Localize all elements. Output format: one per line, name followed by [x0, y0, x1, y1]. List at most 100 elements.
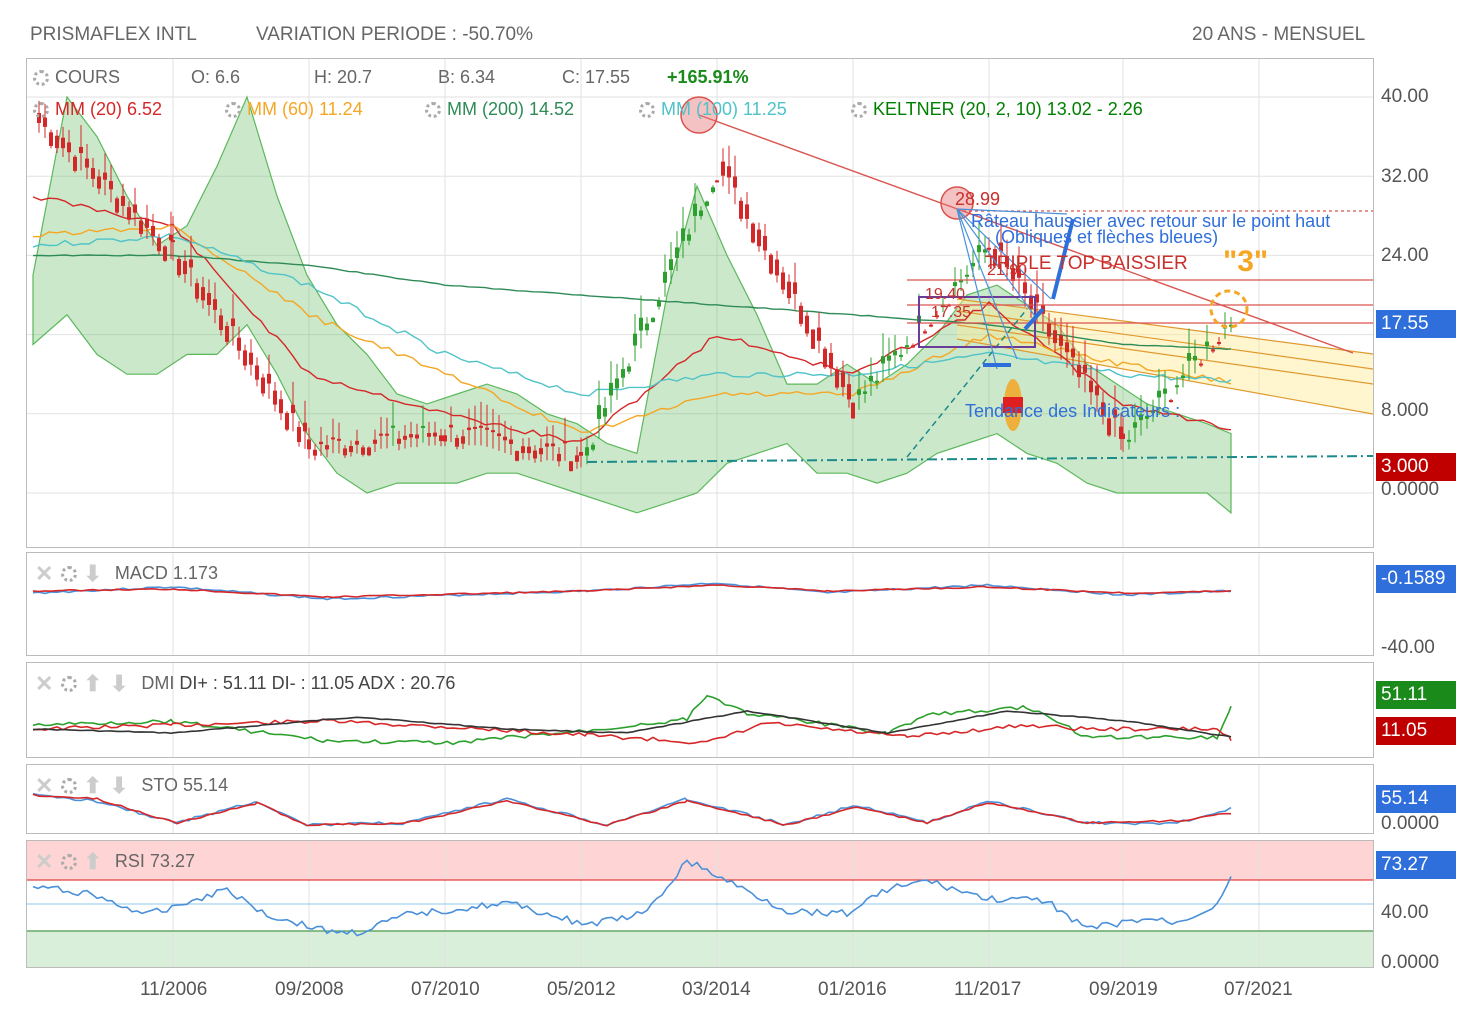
price-chart: 28.99Râteau haussier avec retour sur le … — [27, 59, 1373, 547]
candle-body — [285, 413, 289, 430]
candle-body — [279, 399, 283, 414]
last-price-badge: 17.55 — [1376, 310, 1456, 338]
candle-body — [467, 427, 471, 431]
candle-body — [115, 198, 119, 213]
level-label: 17.35 — [931, 304, 971, 321]
candle-body — [669, 259, 673, 271]
candle-body — [699, 210, 703, 217]
candle-body — [85, 158, 89, 168]
candle-body — [615, 378, 619, 389]
gear-icon[interactable] — [61, 854, 78, 870]
candle-body — [965, 274, 969, 277]
gear-icon[interactable] — [61, 778, 78, 794]
legend-mm20: MM (20) 6.52 — [55, 99, 163, 119]
gear-icon[interactable] — [425, 102, 441, 119]
candle-body — [681, 228, 685, 241]
candle-body — [49, 132, 53, 147]
candle-body — [1047, 323, 1051, 337]
gear-icon[interactable] — [33, 102, 49, 119]
candle-body — [851, 402, 855, 419]
x-tick: 11/2006 — [140, 979, 208, 1000]
candle-body — [1089, 380, 1093, 393]
candle-body — [497, 433, 501, 437]
candle-body — [325, 445, 329, 450]
candle-body — [781, 272, 785, 290]
gear-icon[interactable] — [61, 566, 78, 582]
candle-body — [449, 424, 453, 428]
x-tick: 09/2008 — [275, 979, 344, 1000]
candle-body — [739, 200, 743, 219]
candle-body — [331, 437, 335, 440]
dmi-value: DI+ : 51.11 DI- : 11.05 ADX : 20.76 — [179, 672, 456, 693]
y-tick: 40.00 — [1381, 86, 1429, 107]
arrow-up-icon[interactable]: ⬆ — [83, 849, 101, 875]
candle-body — [237, 337, 241, 351]
arrow-up-icon[interactable]: ⬆ — [83, 773, 101, 799]
rsi-chart — [27, 841, 1373, 967]
arrow-up-icon[interactable]: ⬆ — [83, 671, 101, 697]
close-icon[interactable]: ✕ — [35, 671, 53, 697]
candle-body — [911, 345, 915, 348]
x-tick: 09/2019 — [1089, 979, 1158, 1000]
candle-body — [745, 204, 749, 219]
arrow-down-icon[interactable]: ⬇ — [83, 561, 101, 587]
arrow-down-icon[interactable]: ⬇ — [110, 773, 128, 799]
candle-body — [151, 225, 155, 236]
candle-body — [349, 446, 353, 453]
candle-body — [379, 433, 383, 436]
candle-body — [609, 382, 613, 396]
candle-body — [591, 444, 595, 450]
legend-mm200: MM (200) 14.52 — [447, 99, 575, 119]
candle-body — [863, 391, 867, 394]
arrow-down-icon[interactable]: ⬇ — [110, 671, 128, 697]
candle-body — [479, 425, 483, 428]
candle-body — [1077, 364, 1081, 378]
candle-body — [391, 425, 395, 428]
candle-body — [693, 203, 697, 216]
candle-body — [869, 375, 873, 382]
candle-body — [1175, 385, 1179, 388]
period-selector[interactable]: 20 ANS - MENSUEL — [1192, 24, 1365, 46]
candle-body — [977, 245, 981, 253]
candle-body — [563, 441, 567, 444]
candle-body — [1211, 349, 1215, 352]
candle-body — [687, 234, 691, 241]
candle-body — [1121, 433, 1125, 439]
candle-body — [881, 356, 885, 364]
candle-body — [893, 350, 897, 356]
gear-icon[interactable] — [851, 102, 867, 119]
candle-body — [663, 271, 667, 283]
close-icon[interactable]: ✕ — [35, 849, 53, 875]
candle-body — [1065, 342, 1069, 353]
legend-mm100: MM (100) 11.25 — [661, 99, 787, 119]
candle-body — [1157, 390, 1161, 398]
close-icon[interactable]: ✕ — [35, 561, 53, 587]
sto-d-line — [32, 793, 1231, 827]
candle-body — [169, 234, 173, 241]
candle-body — [1083, 364, 1087, 373]
legend-mm60: MM (60) 11.24 — [247, 99, 363, 119]
candle-body — [769, 254, 773, 274]
gear-icon[interactable] — [639, 102, 655, 119]
candle-body — [787, 281, 791, 299]
legend-keltner: KELTNER (20, 2, 10) 13.02 - 2.26 — [873, 99, 1143, 119]
candle-body — [201, 287, 205, 301]
candle-body — [715, 180, 719, 183]
x-tick: 07/2010 — [411, 979, 480, 1000]
rsi-axis-mid: 40.00 — [1381, 902, 1429, 923]
candle-body — [139, 220, 143, 234]
candle-body — [97, 176, 101, 189]
candle-body — [55, 135, 59, 149]
gear-icon[interactable] — [33, 70, 49, 87]
y-tick: 0.0000 — [1381, 479, 1440, 500]
candle-body — [183, 261, 187, 275]
candle-body — [539, 448, 543, 455]
close-icon[interactable]: ✕ — [35, 773, 53, 799]
gear-icon[interactable] — [225, 102, 241, 119]
candle-body — [421, 425, 425, 428]
gear-icon[interactable] — [61, 676, 78, 692]
candle-body — [1023, 282, 1027, 294]
macd-value: 1.173 — [172, 562, 218, 583]
candle-body — [195, 283, 199, 299]
candle-body — [177, 258, 181, 276]
